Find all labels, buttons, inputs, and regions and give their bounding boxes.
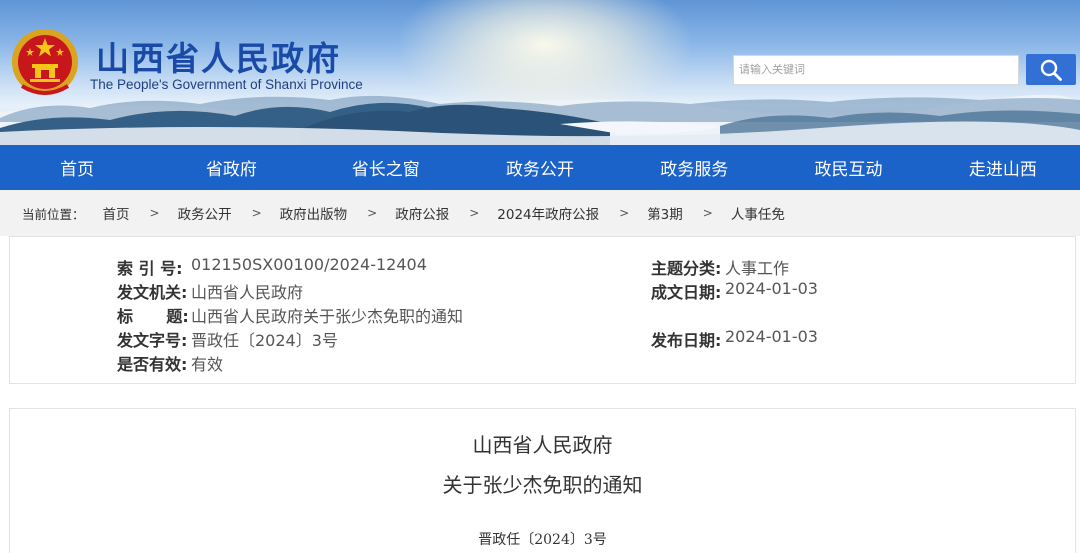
breadcrumb-separator: >	[619, 206, 630, 220]
breadcrumb-gazette[interactable]: 政府公报	[395, 203, 449, 223]
meta-docno-label: 发文字号:	[117, 331, 188, 350]
meta-published-label: 发布日期:	[651, 331, 722, 350]
breadcrumb-label: 当前位置：	[22, 206, 85, 222]
breadcrumb-separator: >	[367, 206, 378, 220]
meta-topic-value: 人事工作	[725, 259, 790, 278]
meta-index-label: 索 引 号:	[117, 259, 183, 278]
breadcrumb-gazette-2024[interactable]: 2024年政府公报	[497, 203, 599, 223]
meta-valid-label: 是否有效:	[117, 355, 188, 374]
meta-created-value: 2024-01-03	[725, 279, 818, 298]
header-banner: 山西省人民政府 The People's Government of Shanx…	[0, 0, 1080, 145]
meta-issuer-value: 山西省人民政府	[191, 283, 304, 302]
site-subtitle: The People's Government of Shanxi Provin…	[90, 77, 363, 92]
breadcrumb-separator: >	[251, 206, 262, 220]
breadcrumb: 当前位置： 首页 > 政务公开 > 政府出版物 > 政府公报 > 2024年政府…	[0, 190, 1080, 236]
nav-item-interaction[interactable]: 政民互动	[771, 145, 925, 190]
main-nav: 首页 省政府 省长之窗 政务公开 政务服务 政民互动 走进山西	[0, 145, 1080, 190]
breadcrumb-home[interactable]: 首页	[103, 203, 130, 223]
document-title-subject: 关于张少杰免职的通知	[442, 473, 643, 497]
breadcrumb-separator: >	[149, 206, 160, 220]
document-title-issuer: 山西省人民政府	[472, 433, 613, 457]
meta-title-value: 山西省人民政府关于张少杰免职的通知	[191, 307, 464, 326]
search-icon	[1040, 59, 1062, 81]
breadcrumb-personnel[interactable]: 人事任免	[731, 203, 785, 223]
search-button[interactable]	[1026, 54, 1076, 85]
site-title: 山西省人民政府	[96, 39, 341, 78]
breadcrumb-government-affairs[interactable]: 政务公开	[178, 203, 232, 223]
breadcrumb-publications[interactable]: 政府出版物	[280, 203, 348, 223]
breadcrumb-issue-3[interactable]: 第3期	[647, 203, 683, 223]
nav-item-provincial-government[interactable]: 省政府	[154, 145, 308, 190]
national-emblem-icon	[12, 29, 78, 95]
meta-title-label: 标 题:	[117, 307, 189, 326]
nav-item-government-affairs[interactable]: 政务公开	[463, 145, 617, 190]
meta-valid-value: 有效	[191, 355, 224, 374]
meta-docno-value: 晋政任〔2024〕3号	[191, 331, 338, 350]
nav-item-about-shanxi[interactable]: 走进山西	[926, 145, 1080, 190]
meta-index-value: 012150SX00100/2024-12404	[191, 255, 427, 274]
search-input[interactable]	[733, 55, 1019, 85]
document-body: 山西省人民政府 关于张少杰免职的通知 晋政任〔2024〕3号	[9, 408, 1076, 553]
breadcrumb-separator: >	[469, 206, 480, 220]
breadcrumb-separator: >	[702, 206, 713, 220]
nav-item-governor-window[interactable]: 省长之窗	[309, 145, 463, 190]
meta-created-label: 成文日期:	[651, 283, 722, 302]
document-number: 晋政任〔2024〕3号	[478, 532, 607, 548]
nav-item-home[interactable]: 首页	[0, 145, 154, 190]
meta-topic-label: 主题分类:	[651, 259, 722, 278]
meta-published-value: 2024-01-03	[725, 327, 818, 346]
nav-item-government-services[interactable]: 政务服务	[617, 145, 771, 190]
meta-issuer-label: 发文机关:	[117, 283, 188, 302]
document-meta-panel: 索 引 号: 012150SX00100/2024-12404 主题分类: 人事…	[9, 236, 1076, 384]
